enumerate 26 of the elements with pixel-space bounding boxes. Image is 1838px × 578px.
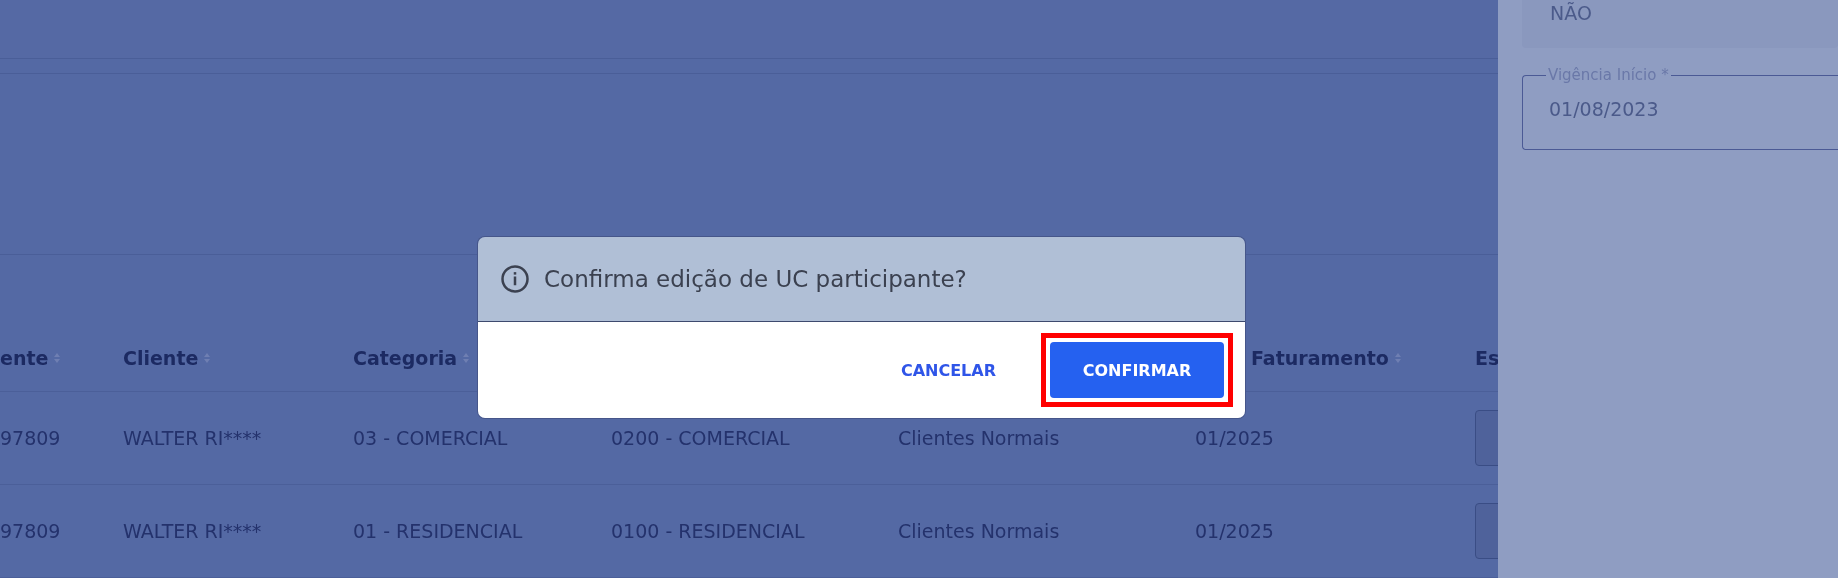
table-cell: 0100 - RESIDENCIAL [611, 520, 805, 542]
table-cell: 01 - RESIDENCIAL [353, 520, 523, 542]
table-cell: 0200 - COMERCIAL [611, 427, 790, 449]
sort-icon[interactable] [53, 352, 62, 364]
column-header[interactable]: Cliente [123, 347, 199, 369]
column-header[interactable]: Es [1475, 347, 1498, 369]
sort-icon[interactable] [203, 352, 212, 364]
info-icon [500, 264, 530, 294]
sort-icon[interactable] [462, 352, 471, 364]
table-cell: 03 - COMERCIAL [353, 427, 508, 449]
table-cell: 97809 [0, 520, 61, 542]
table-cell: WALTER RI**** [123, 520, 262, 542]
column-header[interactable]: ente [0, 347, 49, 369]
sort-icon[interactable] [1393, 352, 1402, 364]
table-cell: 97809 [0, 427, 61, 449]
input-field[interactable]: NÃO [1522, 0, 1838, 48]
cancel-button[interactable]: CANCELAR [884, 350, 1012, 390]
table-cell: 01/2025 [1195, 427, 1274, 449]
confirm-button[interactable]: CONFIRMAR [1050, 342, 1224, 398]
column-header[interactable]: Categoria [353, 347, 458, 369]
table-cell: Clientes Normais [898, 520, 1060, 542]
table-cell: 01/2025 [1195, 520, 1274, 542]
table-cell: WALTER RI**** [123, 427, 262, 449]
column-header[interactable]: Faturamento [1251, 347, 1389, 369]
dialog-message: Confirma edição de UC participante? [544, 266, 967, 292]
table-cell: Clientes Normais [898, 427, 1060, 449]
